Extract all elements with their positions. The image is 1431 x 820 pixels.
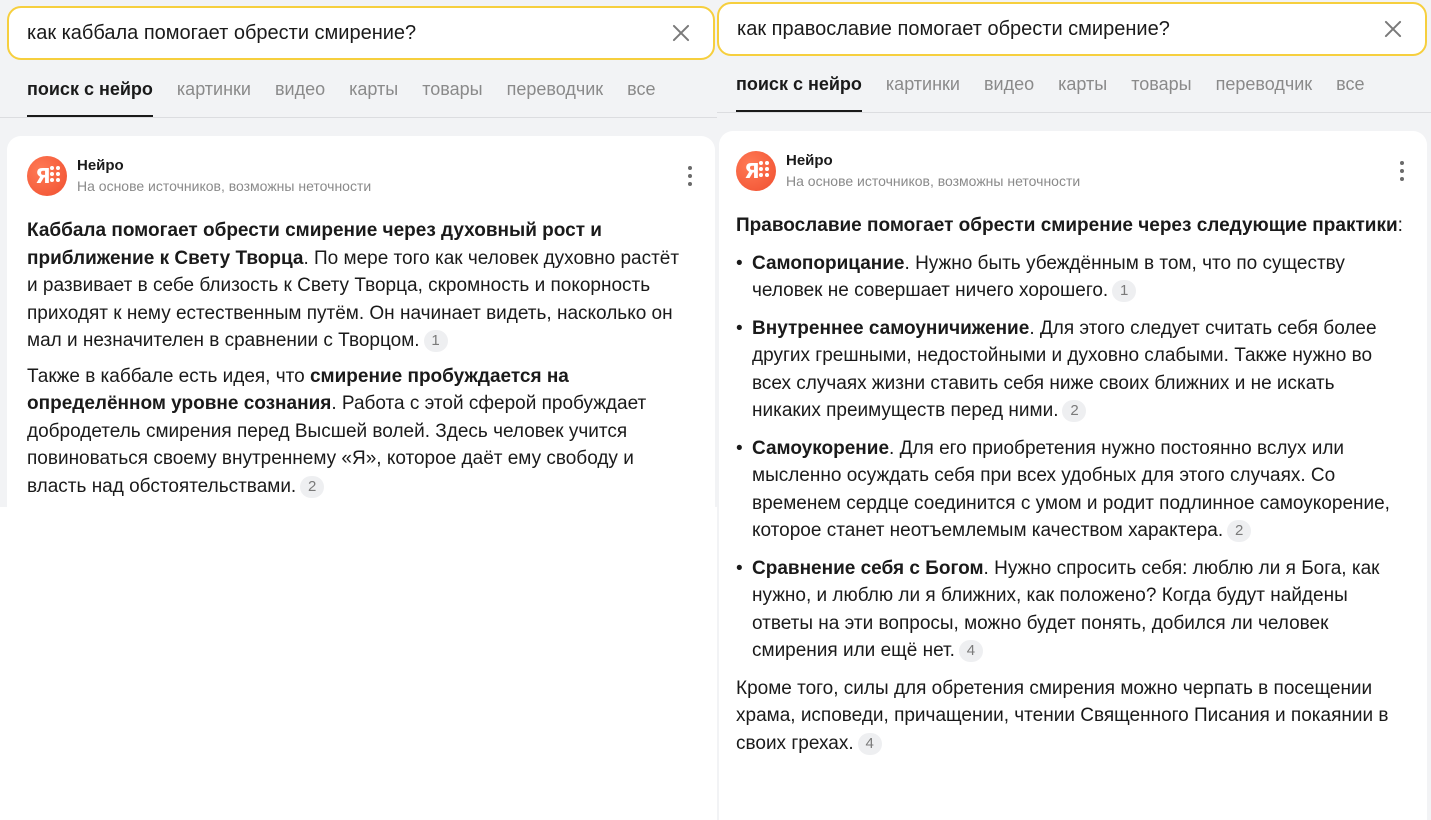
close-icon[interactable] — [1381, 17, 1405, 41]
answer-intro: Православие помогает обрести смирение че… — [736, 212, 1405, 240]
search-tabs: поиск с нейро картинки видео карты товар… — [0, 62, 717, 118]
card-subtitle: На основе источников, возможны неточност… — [77, 178, 372, 194]
search-input[interactable] — [27, 21, 669, 45]
neuro-logo-icon: Я — [736, 151, 776, 191]
neuro-answer-card: Я Нейро На основе источников, возможны н… — [719, 131, 1427, 820]
tab-all[interactable]: все — [627, 62, 655, 117]
tab-video[interactable]: видео — [984, 57, 1034, 112]
more-options-icon[interactable] — [687, 166, 693, 186]
answer-text: Кроме того, силы для обретения смирения … — [736, 677, 1389, 754]
more-options-icon[interactable] — [1399, 161, 1405, 181]
tab-neuro-search[interactable]: поиск с нейро — [736, 57, 862, 112]
tab-translator[interactable]: переводчик — [1216, 57, 1313, 112]
source-ref[interactable]: 2 — [300, 475, 325, 498]
list-item: Самопорицание. Нужно быть убеждённым в т… — [736, 250, 1405, 305]
answer-bold: Православие помогает обрести смирение че… — [736, 215, 1398, 236]
answer-text: Также в каббале есть идея, что — [27, 365, 310, 387]
card-title: Нейро — [786, 152, 833, 169]
source-ref[interactable]: 4 — [958, 640, 983, 662]
card-subtitle: На основе источников, возможны неточност… — [786, 173, 1081, 189]
tab-neuro-search[interactable]: поиск с нейро — [27, 62, 153, 117]
search-bar — [717, 2, 1427, 56]
tab-maps[interactable]: карты — [349, 62, 398, 117]
answer-closing: Кроме того, силы для обретения смирения … — [736, 675, 1405, 758]
source-ref[interactable]: 4 — [857, 732, 882, 755]
list-item: Внутреннее самоуничижение. Для этого сле… — [736, 315, 1405, 425]
search-bar — [7, 6, 715, 60]
practices-list: Самопорицание. Нужно быть убеждённым в т… — [736, 250, 1405, 665]
source-ref[interactable]: 2 — [1062, 400, 1087, 422]
right-pane: поиск с нейро картинки видео карты товар… — [717, 0, 1431, 820]
item-bold: Сравнение себя с Богом — [752, 557, 984, 579]
answer-paragraph: Каббала помогает обрести смирение через … — [27, 217, 693, 355]
left-pane: поиск с нейро картинки видео карты товар… — [0, 0, 717, 507]
tab-images[interactable]: картинки — [177, 62, 251, 117]
tab-video[interactable]: видео — [275, 62, 325, 117]
item-bold: Внутреннее самоуничижение — [752, 317, 1030, 339]
tab-translator[interactable]: переводчик — [507, 62, 604, 117]
card-header: Я Нейро На основе источников, возможны н… — [736, 151, 1405, 193]
card-title: Нейро — [77, 157, 124, 174]
source-ref[interactable]: 1 — [1112, 280, 1137, 302]
close-icon[interactable] — [669, 21, 693, 45]
item-bold: Самопорицание — [752, 252, 905, 274]
search-tabs: поиск с нейро картинки видео карты товар… — [717, 57, 1431, 113]
source-ref[interactable]: 1 — [423, 330, 448, 352]
item-bold: Самоукорение — [752, 437, 890, 459]
answer-text: : — [1397, 215, 1403, 236]
tab-products[interactable]: товары — [422, 62, 482, 117]
source-ref[interactable]: 2 — [1227, 520, 1252, 542]
tab-all[interactable]: все — [1336, 57, 1364, 112]
tab-maps[interactable]: карты — [1058, 57, 1107, 112]
card-header: Я Нейро На основе источников, возможны н… — [27, 156, 693, 198]
search-input[interactable] — [737, 17, 1381, 41]
list-item: Самоукорение. Для его приобретения нужно… — [736, 435, 1405, 545]
neuro-logo-icon: Я — [27, 156, 67, 196]
list-item: Сравнение себя с Богом. Нужно спросить с… — [736, 555, 1405, 665]
answer-paragraph: Также в каббале есть идея, что смирение … — [27, 363, 693, 501]
tab-images[interactable]: картинки — [886, 57, 960, 112]
tab-products[interactable]: товары — [1131, 57, 1191, 112]
neuro-answer-card: Я Нейро На основе источников, возможны н… — [7, 136, 715, 507]
